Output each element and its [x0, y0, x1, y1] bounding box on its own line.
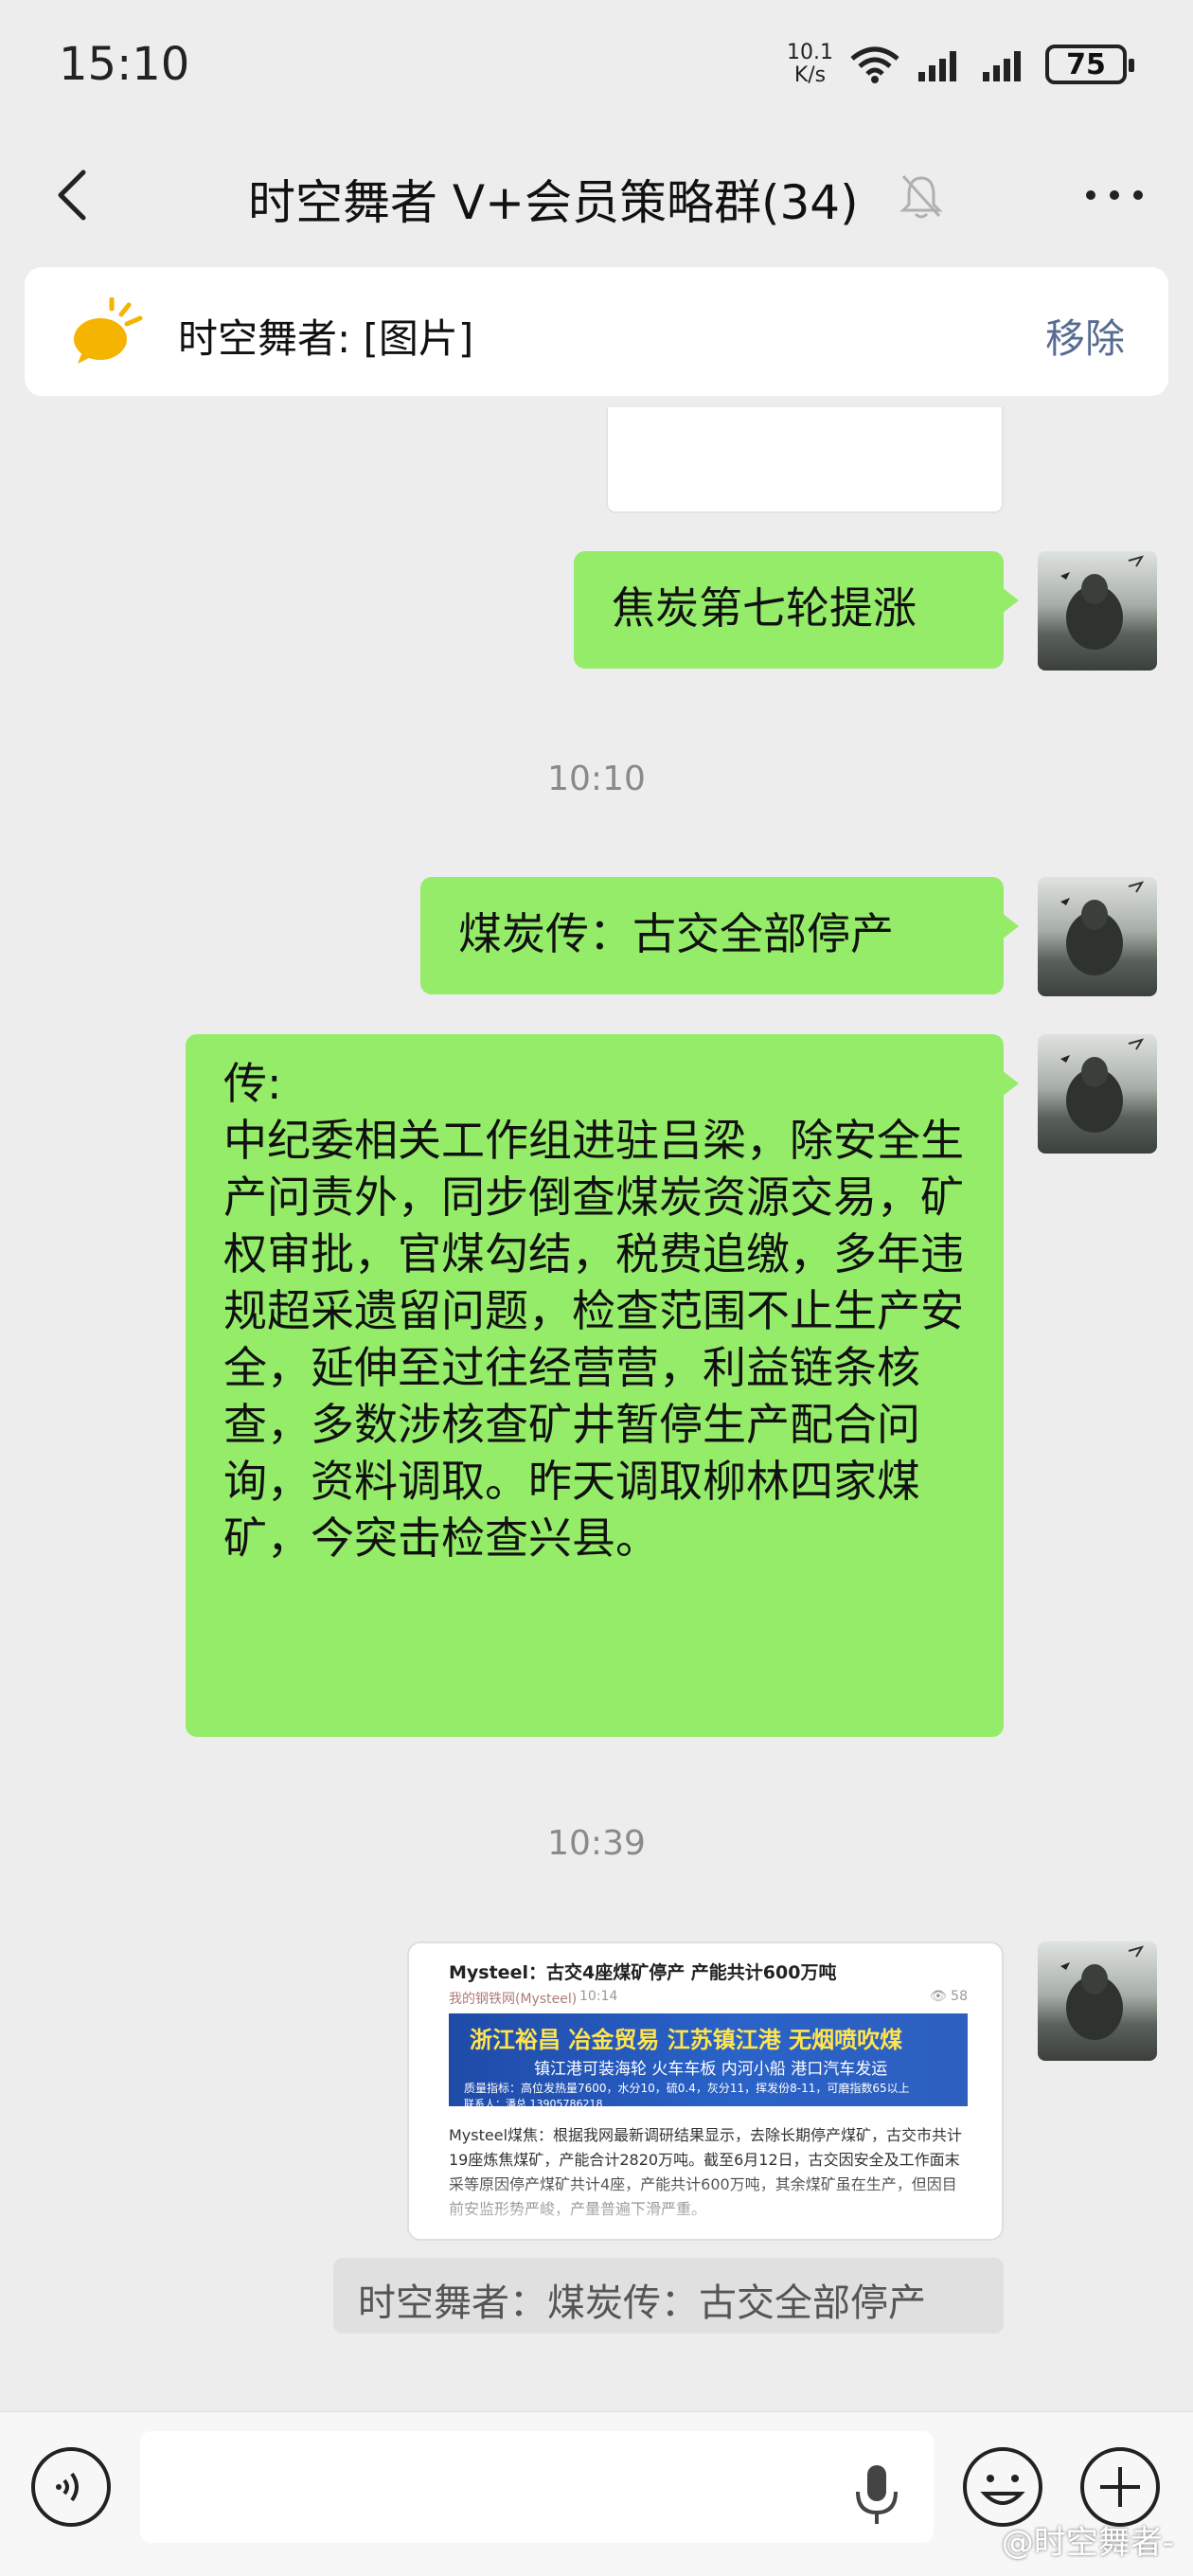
timestamp: 10:10: [547, 760, 646, 798]
banner-headline: 浙江裕昌 冶金贸易 江苏镇江港 无烟喷吹煤: [470, 2027, 903, 2053]
message-bubble[interactable]: 焦炭第七轮提涨: [574, 551, 1019, 669]
article-views: 👁 58: [929, 1989, 968, 2004]
article-banner: 浙江裕昌 冶金贸易 江苏镇江港 无烟喷吹煤 镇江港可装海轮 火车车板 内河小船 …: [449, 2013, 968, 2110]
pinned-remove-button[interactable]: 移除: [1045, 307, 1125, 365]
net-speed-unit: K/s: [793, 63, 827, 87]
wifi-icon: [850, 46, 899, 83]
pinned-text: 时空舞者: [图片]: [178, 315, 474, 362]
status-bar: 15:10 10.1 K/s 75: [0, 0, 1193, 133]
pin-megaphone-icon: [74, 297, 143, 364]
message-text: 传: 中纪委相关工作组进驻吕梁，除安全生产问责外，同步倒查煤炭资源交易，矿权审批…: [223, 1058, 964, 1564]
signal-icon-1: [918, 51, 956, 81]
message-text: 焦炭第七轮提涨: [612, 582, 917, 634]
article-title: Mysteel：古交4座煤矿停产 产能共计600万吨: [449, 1962, 837, 1983]
battery-indicator: 75: [1045, 45, 1134, 84]
timestamp: 10:39: [547, 1824, 646, 1863]
chat-area[interactable]: 焦炭第七轮提涨 10:10 煤炭传：古交全部停产 传: 中纪委相关工作组进驻吕梁…: [0, 407, 1193, 2406]
status-icons: 10.1 K/s 75: [787, 42, 1134, 87]
banner-details: 质量指标：高位发热量7600，水分10，硫0.4，灰分11，挥发份8-11，可磨…: [464, 2080, 910, 2111]
article-views-count: 58: [951, 1989, 968, 2004]
banner-contact: 联系人：潘总 13905786218: [464, 2098, 603, 2110]
message-input[interactable]: [140, 2431, 934, 2543]
back-icon[interactable]: [45, 167, 102, 224]
message-bubble[interactable]: 煤炭传：古交全部停产: [420, 877, 1019, 994]
input-bar: @时空舞者-: [0, 2411, 1193, 2576]
message-text: 煤炭传：古交全部停产: [458, 908, 894, 959]
voice-icon[interactable]: [28, 2444, 114, 2530]
article-source: 我的钢铁网(Mysteel): [449, 1992, 578, 2007]
article-time: 10:14: [579, 1989, 618, 2004]
banner-subline: 镇江港可装海轮 火车车板 内河小船 港口汽车发运: [534, 2060, 888, 2079]
status-time: 15:10: [59, 38, 190, 91]
message-bubble[interactable]: 传: 中纪委相关工作组进驻吕梁，除安全生产问责外，同步倒查煤炭资源交易，矿权审批…: [186, 1034, 1019, 1737]
avatar[interactable]: [1038, 551, 1157, 671]
chat-title[interactable]: 时空舞者 V+会员策略群(34): [248, 165, 859, 233]
avatar[interactable]: [1038, 1034, 1157, 1154]
quoted-message[interactable]: 时空舞者：煤炭传：古交全部停产: [333, 2258, 1004, 2334]
shared-article-card[interactable]: Mysteel：古交4座煤矿停产 产能共计600万吨 我的钢铁网(Mysteel…: [407, 1941, 1004, 2241]
avatar[interactable]: [1038, 877, 1157, 996]
mic-icon[interactable]: [850, 2461, 903, 2528]
watermark: @时空舞者-: [1001, 2524, 1174, 2562]
mute-bell-icon: [899, 174, 943, 219]
more-icon[interactable]: [1081, 176, 1148, 214]
banner-specs: 质量指标：高位发热量7600，水分10，硫0.4，灰分11，挥发份8-11，可磨…: [464, 2082, 910, 2095]
net-speed-value: 10.1: [787, 41, 833, 64]
previous-image-message[interactable]: [606, 407, 1004, 513]
avatar[interactable]: [1038, 1941, 1157, 2061]
net-speed: 10.1 K/s: [787, 42, 833, 87]
chat-header: 时空舞者 V+会员策略群(34): [0, 133, 1193, 256]
article-fade: [409, 2173, 1002, 2239]
pinned-message[interactable]: 时空舞者: [图片] 移除: [25, 267, 1168, 396]
signal-icon-2: [983, 51, 1021, 81]
